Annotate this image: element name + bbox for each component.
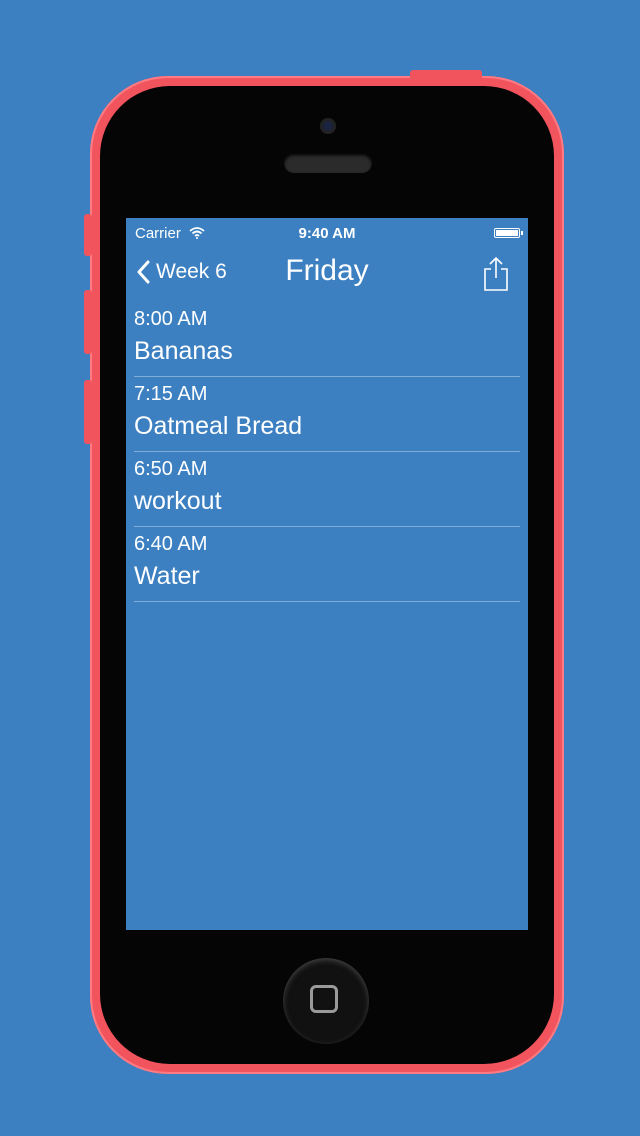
status-bar: Carrier 9:40 AM [126, 218, 528, 248]
entry-time: 8:00 AM [134, 308, 208, 330]
entry-name: Bananas [134, 337, 233, 365]
status-time: 9:40 AM [298, 225, 356, 242]
entry-name: Water [134, 562, 200, 590]
earpiece-speaker [284, 153, 372, 173]
home-button-icon [310, 985, 338, 1013]
front-camera [320, 118, 336, 134]
entry-time: 6:40 AM [134, 533, 208, 555]
navigation-bar: Week 6 Friday [126, 248, 528, 302]
battery-nub [521, 231, 523, 235]
battery-icon [494, 228, 520, 238]
entry-time: 6:50 AM [134, 458, 208, 480]
entry-name: workout [134, 487, 222, 515]
entry-name: Oatmeal Bread [134, 412, 303, 440]
app-screen: Carrier 9:40 AM Week 6 Friday 8:00 AM Ba… [126, 218, 528, 930]
power-button [410, 70, 482, 80]
list-item[interactable]: 7:15 AM Oatmeal Bread [134, 377, 520, 452]
volume-down-button [84, 380, 92, 444]
page-title: Friday [285, 254, 369, 287]
list-item[interactable]: 6:40 AM Water [134, 527, 520, 602]
list-item[interactable]: 6:50 AM workout [134, 452, 520, 527]
list-item[interactable]: 8:00 AM Bananas [134, 302, 520, 377]
entry-time: 7:15 AM [134, 383, 208, 405]
volume-up-button [84, 290, 92, 354]
mute-switch [84, 214, 92, 256]
share-icon[interactable] [482, 256, 510, 292]
entry-list: 8:00 AM Bananas 7:15 AM Oatmeal Bread 6:… [134, 302, 520, 602]
